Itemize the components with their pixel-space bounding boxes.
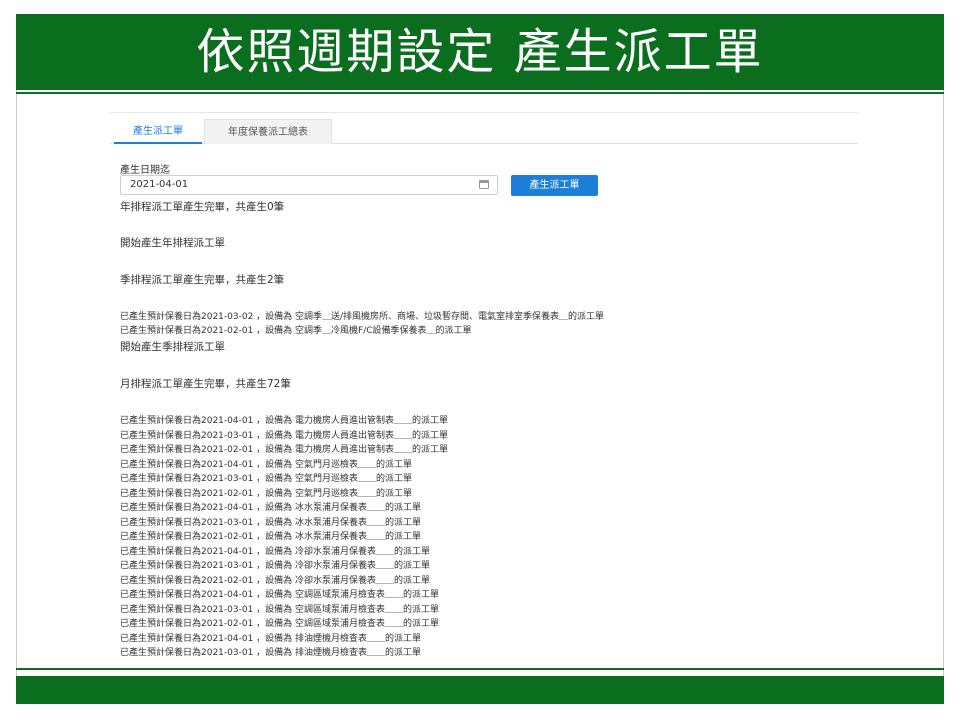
end-date-input[interactable]: 2021-04-01 (120, 175, 498, 195)
month-log-item: 已產生預計保養日為2021-02-01 ，設備為 電力機房人員進出管制表＿＿的派… (120, 445, 449, 455)
month-log-item: 已產生預計保養日為2021-02-01 ，設備為 冰水泵浦月保養表＿＿的派工單 (120, 532, 422, 542)
month-done-message: 月排程派工單產生完畢，共產生72筆 (120, 378, 291, 390)
tab-annual-maintenance-summary[interactable]: 年度保養派工總表 (204, 119, 332, 144)
month-log-item: 已產生預計保養日為2021-04-01 ，設備為 空氣門月巡檢表＿＿的派工單 (120, 459, 413, 470)
date-field-label: 產生日期迄 (120, 165, 170, 176)
month-log-item: 已產生預計保養日為2021-02-01 ，設備為 冷卻水泵浦月保養表＿＿的派工單 (120, 575, 431, 586)
month-log-item: 已產生預計保養日為2021-04-01 ，設備為 排油煙機月檢查表＿＿的派工單 (120, 633, 422, 644)
month-log-item: 已產生預計保養日為2021-02-01 ，設備為 空氣門月巡檢表＿＿的派工單 (120, 488, 413, 499)
month-log-item: 已產生預計保養日為2021-02-01 ，設備為 空調區域泵浦月檢查表＿＿的派工… (120, 619, 440, 629)
month-log-item: 已產生預計保養日為2021-04-01 ，設備為 冷卻水泵浦月保養表＿＿的派工單 (120, 546, 431, 557)
year-start-message: 開始產生年排程派工單 (120, 237, 225, 249)
calendar-icon[interactable] (479, 180, 489, 189)
month-log-item: 已產生預計保養日為2021-04-01 ，設備為 冰水泵浦月保養表＿＿的派工單 (120, 503, 422, 513)
footer-band (16, 676, 944, 704)
month-log-item: 已產生預計保養日為2021-04-01 ，設備為 電力機房人員進出管制表＿＿的派… (120, 416, 449, 426)
slide-title: 依照週期設定 產生派工單 (196, 24, 764, 80)
month-log-item: 已產生預計保養日為2021-03-01 ，設備為 空調區域泵浦月檢查表＿＿的派工… (120, 604, 440, 615)
year-done-message: 年排程派工單產生完畢，共產生0筆 (120, 201, 285, 213)
generate-work-order-button[interactable]: 產生派工單 (511, 175, 598, 196)
season-log-item: 已產生預計保養日為2021-02-01 ，設備為 空調季＿冷風機F/C設備季保養… (120, 326, 472, 336)
month-log-item: 已產生預計保養日為2021-03-01 ，設備為 電力機房人員進出管制表＿＿的派… (120, 430, 449, 441)
end-date-value: 2021-04-01 (130, 179, 189, 190)
tab-generate-work-order[interactable]: 產生派工單 (114, 119, 202, 144)
season-start-message: 開始產生季排程派工單 (120, 341, 225, 353)
header-divider (16, 92, 944, 94)
month-log-item: 已產生預計保養日為2021-04-01 ，設備為 空調區域泵浦月檢查表＿＿的派工… (120, 590, 440, 600)
tab-bar: 產生派工單 年度保養派工總表 (110, 112, 858, 144)
month-log-item: 已產生預計保養日為2021-03-01 ，設備為 空氣門月巡檢表＿＿的派工單 (120, 474, 413, 484)
month-log-item: 已產生預計保養日為2021-03-01 ，設備為 冷卻水泵浦月保養表＿＿的派工單 (120, 561, 431, 571)
month-log-item: 已產生預計保養日為2021-03-01 ，設備為 排油煙機月檢查表＿＿的派工單 (120, 648, 422, 658)
season-done-message: 季排程派工單產生完畢，共產生2筆 (120, 274, 285, 286)
season-log-item: 已產生預計保養日為2021-03-02 ，設備為 空調季＿送/排風機房所、商場、… (120, 312, 605, 322)
month-log-item: 已產生預計保養日為2021-03-01 ，設備為 冰水泵浦月保養表＿＿的派工單 (120, 517, 422, 528)
footer-divider (16, 668, 944, 670)
